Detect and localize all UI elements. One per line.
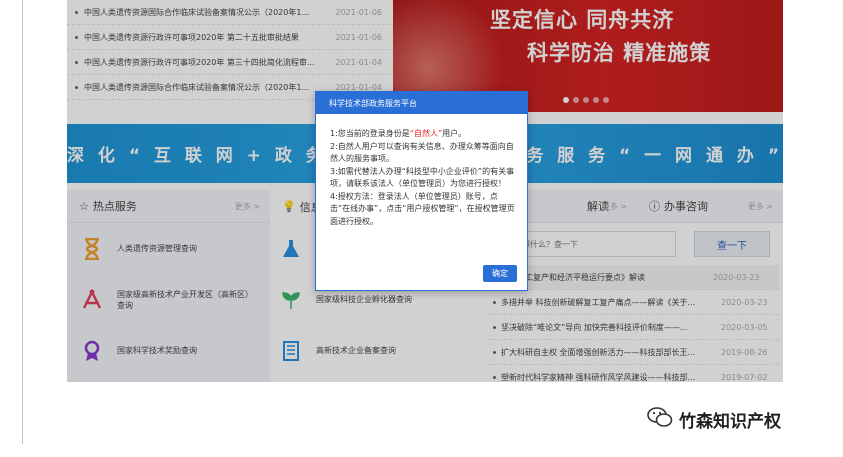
ok-button[interactable]: 确定 <box>483 265 517 282</box>
dialog-line-3: 3:如需代替法人办理“科技型中小企业评价”的有关事项，请联系该法人（单位管理员）… <box>330 166 515 189</box>
frame-border <box>22 0 23 444</box>
dialog-line-2: 2:自然人用户可以查询有关信息、办理众筹等面向自然人的服务事项。 <box>330 141 514 164</box>
wechat-icon <box>647 406 673 433</box>
watermark: 竹森知识产权 <box>647 406 781 433</box>
dialog-body: 1:您当前的登录身份是“自然人”用户。 2:自然人用户可以查询有关信息、办理众筹… <box>316 114 527 228</box>
dialog-line-4: 4:授权方法：登录法人（单位管理员）账号，点击“在线办事”，点击“用户授权管理”… <box>330 191 515 226</box>
dialog-line-1: 1:您当前的登录身份是“自然人”用户。 <box>330 129 467 138</box>
watermark-text: 竹森知识产权 <box>679 412 781 432</box>
role-highlight: “自然人” <box>409 129 443 138</box>
notice-dialog: 科学技术部政务服务平台 1:您当前的登录身份是“自然人”用户。 2:自然人用户可… <box>315 91 528 291</box>
dialog-title: 科学技术部政务服务平台 <box>316 92 527 114</box>
